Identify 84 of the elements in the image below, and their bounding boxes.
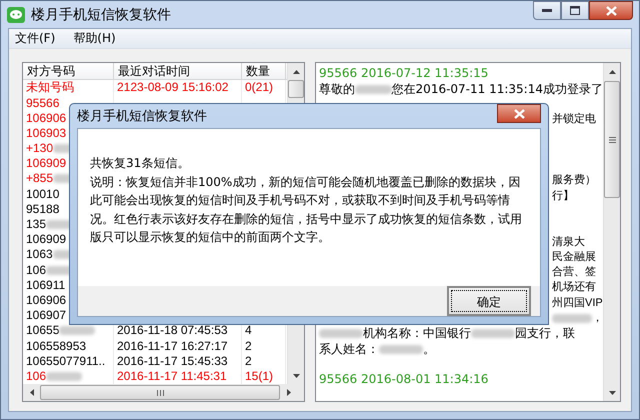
message-text: 并锁定电 [552, 112, 596, 128]
table-cell: 10010 [26, 186, 60, 202]
message-text: 合营、签 [552, 265, 596, 280]
table-cell: 106 [26, 368, 46, 384]
window-title: 楼月手机短信恢复软件 [31, 6, 172, 24]
maximize-icon [570, 6, 580, 15]
table-cell: 10655077911.. [26, 354, 106, 369]
table-cell: 95188 [26, 202, 60, 217]
grip-icon [608, 136, 616, 143]
dialog-title: 楼月手机短信恢复软件 [77, 108, 208, 126]
message-header: 95566 2016-07-12 11:35:15 [319, 66, 488, 82]
table-cell: 106906 [26, 110, 66, 126]
table-cell: 106907 [26, 308, 66, 324]
message-text: 机场还有 [552, 280, 596, 296]
message-text: 清泉大 [552, 234, 585, 250]
down-arrow-icon[interactable] [608, 390, 616, 394]
table-cell: 2016-11-17 11:45:31 [117, 368, 227, 384]
table-cell: 106906 [26, 292, 66, 308]
scroll-thumb[interactable] [288, 80, 304, 98]
message-text: 州四国VIP [552, 296, 603, 311]
blurred-text [355, 84, 392, 94]
table-cell: 135 [26, 217, 46, 232]
message-text: 行】 [552, 188, 574, 204]
grip-icon [156, 390, 164, 396]
table-cell: 0(21) [245, 80, 274, 96]
table-cell: 106911 [26, 278, 66, 293]
table-cell: +130 [26, 141, 54, 156]
table-cell: 10655 [26, 323, 60, 338]
blurred-text [471, 329, 515, 338]
summary-text: 共恢复31条短信。 [90, 155, 190, 172]
message-header: 95566 2016-08-01 11:34:16 [319, 372, 488, 388]
horizontal-scrollbar[interactable] [23, 384, 304, 401]
minimize-button[interactable] [533, 1, 561, 20]
column-header[interactable]: 最近对话时间 [114, 63, 242, 80]
table-cell: 2123-08-09 15:16:02 [117, 80, 228, 96]
blurred-text [552, 314, 592, 324]
up-arrow-icon[interactable] [608, 70, 616, 74]
table-cell: 95566 [26, 96, 60, 111]
table-cell: 2 [245, 354, 252, 369]
message-text: 园支行，联 [515, 326, 575, 342]
close-button[interactable] [589, 1, 633, 20]
right-arrow-icon[interactable] [286, 389, 290, 396]
table-cell: 1063 [26, 247, 53, 262]
menu-item[interactable]: 文件(F) [13, 30, 66, 48]
left-arrow-icon[interactable] [30, 389, 34, 396]
scroll-thumb[interactable] [40, 385, 280, 400]
table-cell: 15(1) [245, 368, 274, 384]
message-text: 机构名称：中国银行 [363, 326, 471, 342]
minimize-icon [542, 8, 552, 12]
message-text: 民金融展 [552, 250, 596, 265]
table-cell: +855 [26, 171, 54, 186]
blurred-text [319, 329, 363, 338]
ok-button[interactable]: 确定 [447, 286, 531, 316]
message-text: 。 [423, 342, 435, 357]
message-text: 服务费） [552, 173, 596, 188]
column-header[interactable]: 数量 [242, 63, 286, 80]
table-cell: 2016-11-18 07:45:53 [117, 323, 228, 338]
table-cell: 106558953 [26, 338, 86, 354]
vertical-scrollbar[interactable] [603, 63, 620, 401]
blurred-text [379, 344, 423, 354]
table-cell: 106909 [26, 232, 66, 248]
table-cell: 4 [245, 323, 252, 338]
table-cell: 106 [26, 262, 46, 278]
scroll-thumb[interactable] [604, 81, 620, 198]
menu-item[interactable]: 帮助(H) [71, 30, 126, 48]
maximize-button[interactable] [561, 1, 589, 20]
down-arrow-icon[interactable] [292, 374, 300, 378]
message-text: 尊敬的 [319, 82, 355, 97]
message-text: 您在2016-07-11 11:35:14成功登录了 [392, 82, 603, 97]
table-cell: 2016-11-17 15:45:33 [117, 354, 228, 369]
close-icon [514, 108, 524, 118]
message-text: ， [592, 311, 603, 326]
close-button[interactable] [497, 104, 541, 123]
up-arrow-icon[interactable] [292, 70, 300, 74]
close-icon [606, 6, 616, 16]
table-cell: 2 [245, 338, 252, 354]
table-cell: 106909 [26, 156, 66, 172]
table-cell: 2016-11-17 16:27:17 [117, 338, 228, 354]
column-header[interactable]: 对方号码 [23, 63, 114, 80]
chat-bubble-icon [7, 6, 25, 23]
message-text: 系人姓名： [319, 342, 379, 357]
table-cell: 106903 [26, 126, 66, 141]
table-cell: 未知号码 [26, 80, 74, 96]
note-text: 说明：恢复短信并非100%成功，新的短信可能会随机地覆盖已删除的数据块，因此可能会出现恢复的短信时间及手机号码不对，或获取不到时间及手机号码等情况。红色行表示该好友存在删除的短信，括号中显示了成功恢复的短信条数，试用版只可以显示恢复的短信中的前面两个文字。 [90, 174, 523, 246]
